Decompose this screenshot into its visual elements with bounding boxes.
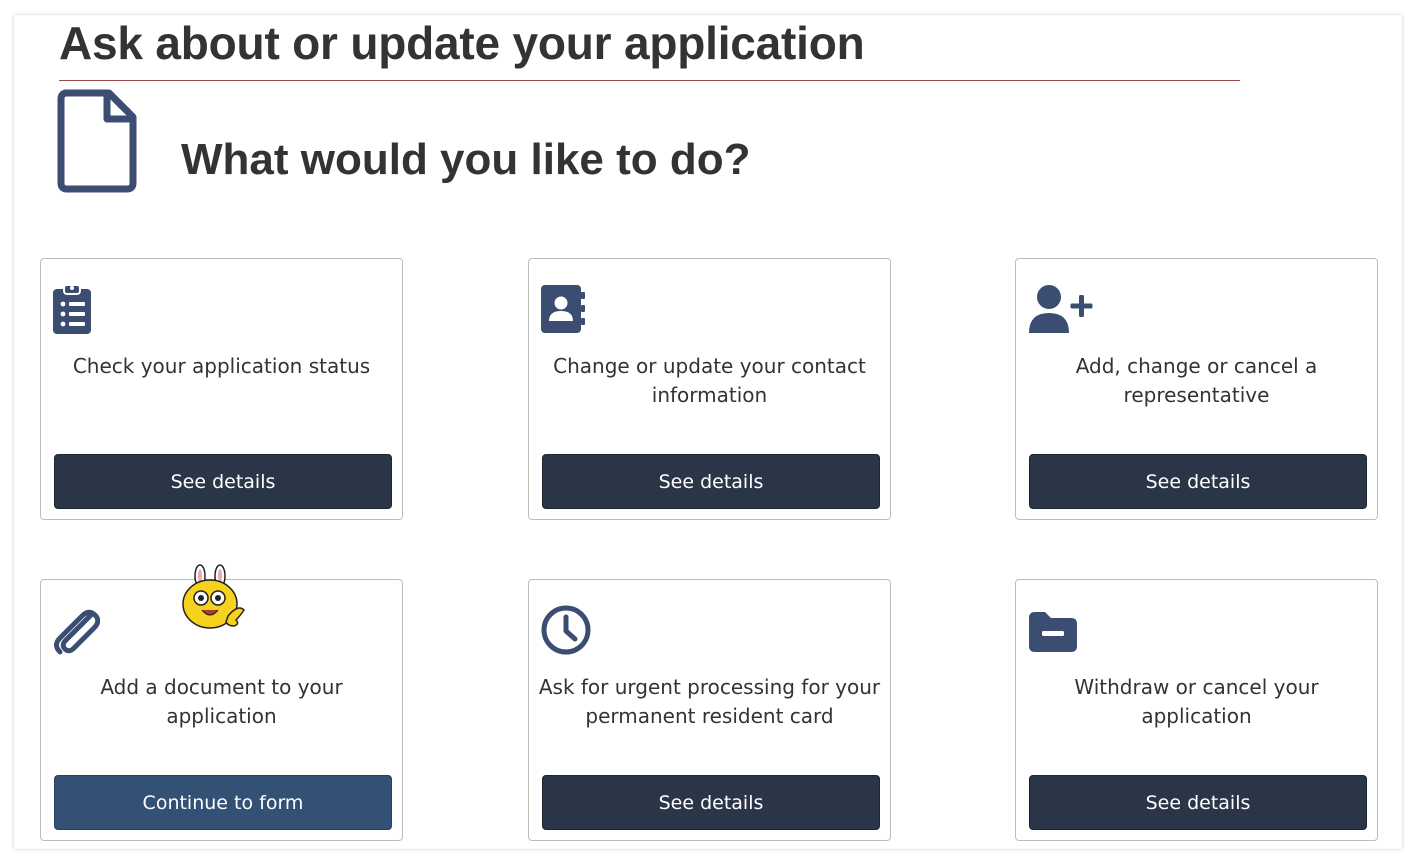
card-label: Withdraw or cancel your application bbox=[1074, 675, 1319, 728]
card-withdraw-application: Withdraw or cancel your application See … bbox=[1015, 579, 1378, 841]
continue-to-form-button[interactable]: Continue to form bbox=[54, 775, 392, 830]
see-details-button[interactable]: See details bbox=[1029, 775, 1367, 830]
title-divider bbox=[59, 80, 1240, 81]
card-representative: Add, change or cancel a representative S… bbox=[1015, 258, 1378, 520]
address-book-icon bbox=[541, 285, 585, 333]
card-label: Change or update your contact informatio… bbox=[553, 354, 866, 407]
see-details-button[interactable]: See details bbox=[1029, 454, 1367, 509]
card-contact-info: Change or update your contact informatio… bbox=[528, 258, 891, 520]
document-icon bbox=[57, 89, 137, 193]
see-details-button[interactable]: See details bbox=[542, 454, 880, 509]
card-label: Add a document to your application bbox=[100, 675, 343, 728]
clipboard-list-icon bbox=[53, 284, 91, 334]
card-label: Add, change or cancel a representative bbox=[1075, 354, 1318, 407]
card-check-status: Check your application status See detail… bbox=[40, 258, 403, 520]
see-details-button[interactable]: See details bbox=[54, 454, 392, 509]
page-subtitle: What would you like to do? bbox=[181, 135, 751, 184]
see-details-button[interactable]: See details bbox=[542, 775, 880, 830]
page-title: Ask about or update your application bbox=[59, 17, 865, 69]
bunny-sticker bbox=[182, 564, 245, 629]
card-label: Ask for urgent processing for your perma… bbox=[538, 675, 881, 728]
card-urgent-processing: Ask for urgent processing for your perma… bbox=[528, 579, 891, 841]
clock-icon bbox=[541, 605, 591, 655]
paperclip-icon bbox=[54, 609, 100, 655]
user-plus-icon bbox=[1029, 285, 1093, 333]
card-label: Check your application status bbox=[72, 354, 371, 378]
folder-minus-icon bbox=[1029, 612, 1077, 652]
